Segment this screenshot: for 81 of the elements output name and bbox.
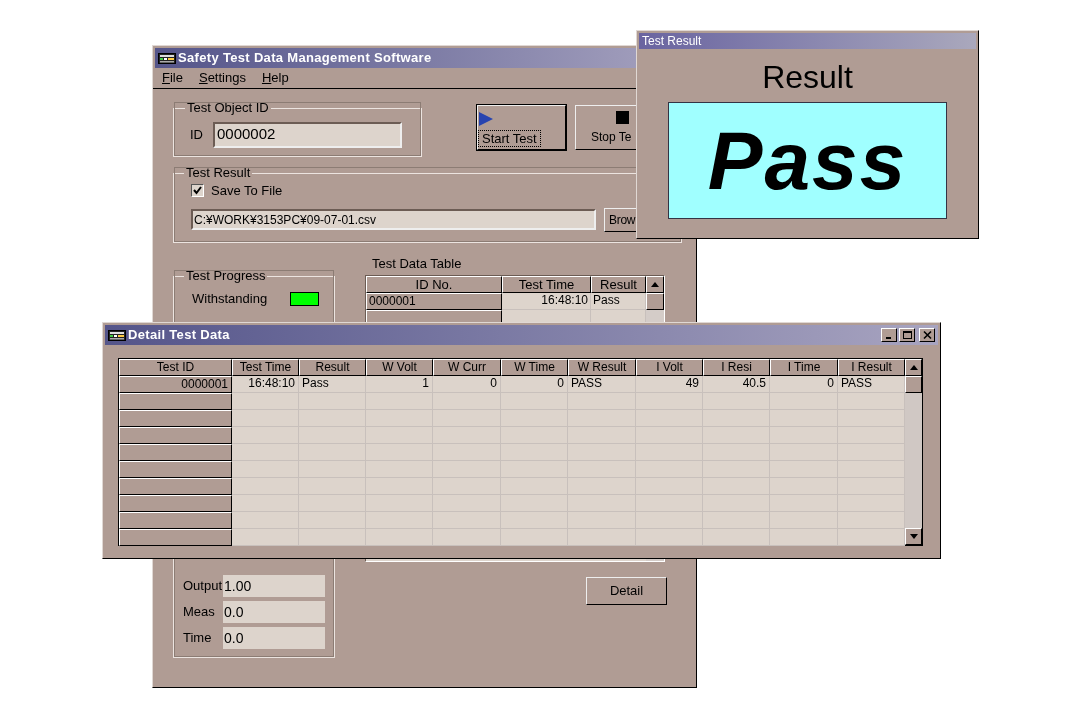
checkbox[interactable] — [191, 184, 204, 198]
table-cell: 40.5 — [703, 376, 770, 393]
column-header[interactable]: W Time — [501, 359, 568, 376]
checkbox-label: Save To File — [211, 182, 283, 200]
table-cell — [501, 529, 568, 546]
table-cell: 0000001 — [366, 293, 502, 310]
column-header[interactable]: Test Time — [232, 359, 299, 376]
verdict-display: Pass — [668, 102, 947, 219]
app-icon — [158, 52, 176, 64]
table-cell — [232, 512, 299, 529]
table-cell — [232, 427, 299, 444]
id-field[interactable]: 0000002 — [213, 121, 402, 148]
reading-label: Output — [183, 577, 223, 596]
table-cell — [232, 529, 299, 546]
result-heading: Result — [762, 59, 853, 95]
close-icon[interactable] — [919, 328, 935, 342]
table-cell: 16:48:10 — [232, 376, 299, 393]
reading-label: Meas — [183, 603, 216, 622]
column-header[interactable]: I Volt — [636, 359, 703, 376]
table-cell — [299, 529, 366, 546]
path-field[interactable]: C:¥WORK¥3153PC¥09-07-01.csv — [191, 209, 596, 230]
column-header[interactable]: Test Time — [502, 276, 591, 293]
reading-field: 0.0 — [223, 627, 325, 649]
group-label: Test Progress — [185, 269, 267, 283]
column-header[interactable]: I Result — [838, 359, 905, 376]
table-cell — [232, 444, 299, 461]
window-title: Test Result — [642, 33, 702, 50]
table-cell — [703, 529, 770, 546]
table-cell — [232, 461, 299, 478]
column-header[interactable]: W Result — [568, 359, 636, 376]
column-header[interactable]: I Resi — [703, 359, 770, 376]
scroll-up-icon[interactable] — [646, 276, 664, 293]
table-cell: 0 — [770, 376, 838, 393]
table-title: Test Data Table — [372, 257, 463, 271]
table-cell: 16:48:10 — [502, 293, 591, 310]
table-cell — [636, 529, 703, 546]
maximize-icon[interactable] — [899, 328, 915, 342]
column-header[interactable]: Result — [591, 276, 646, 293]
play-icon — [478, 111, 494, 128]
table-cell: PASS — [568, 376, 636, 393]
table-cell: 0 — [501, 376, 568, 393]
scroll-thumb[interactable] — [905, 376, 922, 393]
column-header[interactable]: W Volt — [366, 359, 433, 376]
scrollbar[interactable] — [905, 359, 922, 545]
table-cell: 1 — [366, 376, 433, 393]
table-cell — [232, 410, 299, 427]
column-header[interactable]: Result — [299, 359, 366, 376]
menu-item[interactable]: File — [162, 68, 183, 88]
table-cell — [232, 478, 299, 495]
group-label: Test Object ID — [186, 101, 270, 115]
start-test-button[interactable]: Start Test — [477, 105, 566, 150]
menu-item[interactable]: Help — [261, 68, 289, 88]
indicator-label: Withstanding — [192, 290, 268, 308]
window-title: Safety Test Data Management Software — [178, 49, 432, 68]
table-cell — [433, 529, 501, 546]
detail-button[interactable]: Detail — [586, 577, 667, 605]
column-header[interactable]: I Time — [770, 359, 838, 376]
table-cell: 0000001 — [119, 376, 232, 393]
table-cell — [568, 529, 636, 546]
table-cell — [770, 529, 838, 546]
field-label: ID — [190, 125, 203, 144]
minimize-icon[interactable] — [881, 328, 897, 342]
group-label: Test Result — [185, 166, 252, 180]
table-cell — [232, 495, 299, 512]
table-cell: 0 — [433, 376, 501, 393]
window-title: Detail Test Data — [128, 326, 231, 345]
table-cell — [366, 529, 433, 546]
menu-item[interactable]: Settings — [198, 68, 246, 88]
column-header[interactable]: W Curr — [433, 359, 501, 376]
app-icon — [108, 329, 126, 341]
scroll-up-icon[interactable] — [905, 359, 922, 376]
scroll-down-icon[interactable] — [905, 528, 922, 545]
table-cell — [232, 393, 299, 410]
reading-label: Time — [183, 629, 213, 648]
column-header[interactable]: ID No. — [366, 276, 502, 293]
reading-field: 0.0 — [223, 601, 325, 623]
column-header[interactable]: Test ID — [119, 359, 232, 376]
table-cell: 49 — [636, 376, 703, 393]
reading-field: 1.00 — [223, 575, 325, 597]
table-cell: Pass — [299, 376, 366, 393]
scroll-thumb[interactable] — [646, 293, 664, 310]
